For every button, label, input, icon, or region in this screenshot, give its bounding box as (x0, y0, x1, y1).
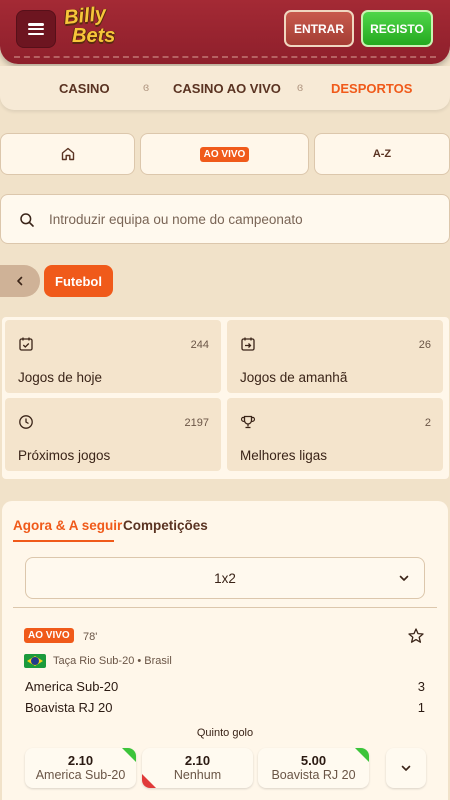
quick-link-count: 2 (424, 417, 431, 429)
main-nav: CASINO ɞ CASINO AO VIVO ɞ DESPORTOS (0, 66, 450, 110)
odd-name: Boavista RJ 20 (271, 768, 356, 782)
market-select[interactable]: 1x2 (25, 557, 425, 599)
live-badge: AO VIVO (24, 628, 74, 643)
calendar-arrow-icon (241, 337, 255, 351)
odd-value: 5.00 (300, 753, 327, 768)
market-select-value: 1x2 (214, 570, 236, 586)
nav-item-desportos[interactable]: DESPORTOS (331, 66, 412, 110)
odds-down-indicator (142, 774, 156, 788)
away-score: 1 (417, 700, 425, 715)
home-team[interactable]: America Sub-20 (25, 679, 118, 694)
quick-link-proximos-jogos[interactable]: 2197 Próximos jogos (5, 398, 221, 471)
sport-chip-futebol[interactable]: Futebol (44, 265, 113, 297)
odd-value: 2.10 (184, 753, 211, 768)
quick-link-count: 244 (190, 339, 209, 351)
competition-name[interactable]: Taça Rio Sub-20 • Brasil (53, 655, 172, 667)
quick-links-grid: 244 Jogos de hoje 26 Jogos de amanhã 219… (2, 317, 449, 479)
odd-button-away[interactable]: 5.00 Boavista RJ 20 (258, 748, 369, 788)
home-icon (61, 147, 74, 161)
away-team[interactable]: Boavista RJ 20 (25, 700, 112, 715)
more-markets-button[interactable] (386, 748, 426, 788)
brazil-flag-icon (24, 654, 46, 668)
quick-link-label: Jogos de hoje (18, 370, 103, 385)
search-icon (20, 213, 34, 227)
top-header: Billy Bets ENTRAR REGISTO (0, 0, 450, 64)
chevron-down-icon (401, 765, 411, 771)
live-badge: AO VIVO (199, 146, 250, 162)
quick-link-melhores-ligas[interactable]: 2 Melhores ligas (227, 398, 443, 471)
clock-icon (19, 415, 33, 429)
home-score: 3 (417, 679, 425, 694)
market-name: Quinto golo (196, 727, 254, 739)
tab-agora-a-seguir[interactable]: Agora & A seguir (13, 518, 122, 533)
search-placeholder: Introduzir equipa ou nome do campeonato (49, 211, 303, 227)
odd-button-home[interactable]: 2.10 America Sub-20 (25, 748, 136, 788)
tab-a-z[interactable]: A-Z (314, 133, 450, 175)
chevron-left-icon (17, 276, 23, 286)
quick-link-jogos-de-amanha[interactable]: 26 Jogos de amanhã (227, 320, 443, 393)
active-tab-indicator (13, 540, 114, 542)
trophy-icon (240, 415, 256, 429)
nav-separator-icon: ɞ (297, 80, 304, 94)
match-minute: 78' (83, 631, 98, 643)
back-button[interactable] (0, 265, 40, 297)
billybets-logo[interactable]: Billy Bets (63, 3, 116, 52)
quick-link-jogos-de-hoje[interactable]: 244 Jogos de hoje (5, 320, 221, 393)
nav-separator-icon: ɞ (143, 80, 150, 94)
odd-value: 2.10 (67, 753, 94, 768)
register-button[interactable]: REGISTO (361, 10, 433, 47)
favorite-star-icon[interactable] (407, 627, 425, 645)
odd-name: America Sub-20 (35, 768, 126, 782)
events-panel: Agora & A seguir Competições 1x2 AO VIVO… (2, 501, 448, 800)
odds-up-indicator (122, 748, 136, 762)
divider (13, 607, 437, 608)
odds-up-indicator (355, 748, 369, 762)
search-input[interactable]: Introduzir equipa ou nome do campeonato (0, 194, 450, 244)
quick-link-label: Próximos jogos (18, 448, 111, 463)
odd-name: Nenhum (173, 768, 222, 782)
odd-button-draw[interactable]: 2.10 Nenhum (142, 748, 253, 788)
chevron-down-icon (399, 575, 409, 581)
calendar-check-icon (19, 337, 33, 351)
quick-link-label: Melhores ligas (240, 448, 328, 463)
hamburger-icon (28, 23, 44, 35)
tab-live[interactable]: AO VIVO (140, 133, 309, 175)
quick-link-label: Jogos de amanhã (240, 370, 348, 385)
tab-home[interactable] (0, 133, 135, 175)
login-button[interactable]: ENTRAR (284, 10, 354, 47)
quick-link-count: 26 (418, 339, 431, 351)
quick-link-count: 2197 (184, 417, 209, 429)
nav-item-casino-ao-vivo[interactable]: CASINO AO VIVO (173, 66, 281, 110)
tab-competicoes[interactable]: Competições (123, 518, 208, 533)
menu-button[interactable] (16, 10, 56, 48)
nav-item-casino[interactable]: CASINO (59, 66, 110, 110)
